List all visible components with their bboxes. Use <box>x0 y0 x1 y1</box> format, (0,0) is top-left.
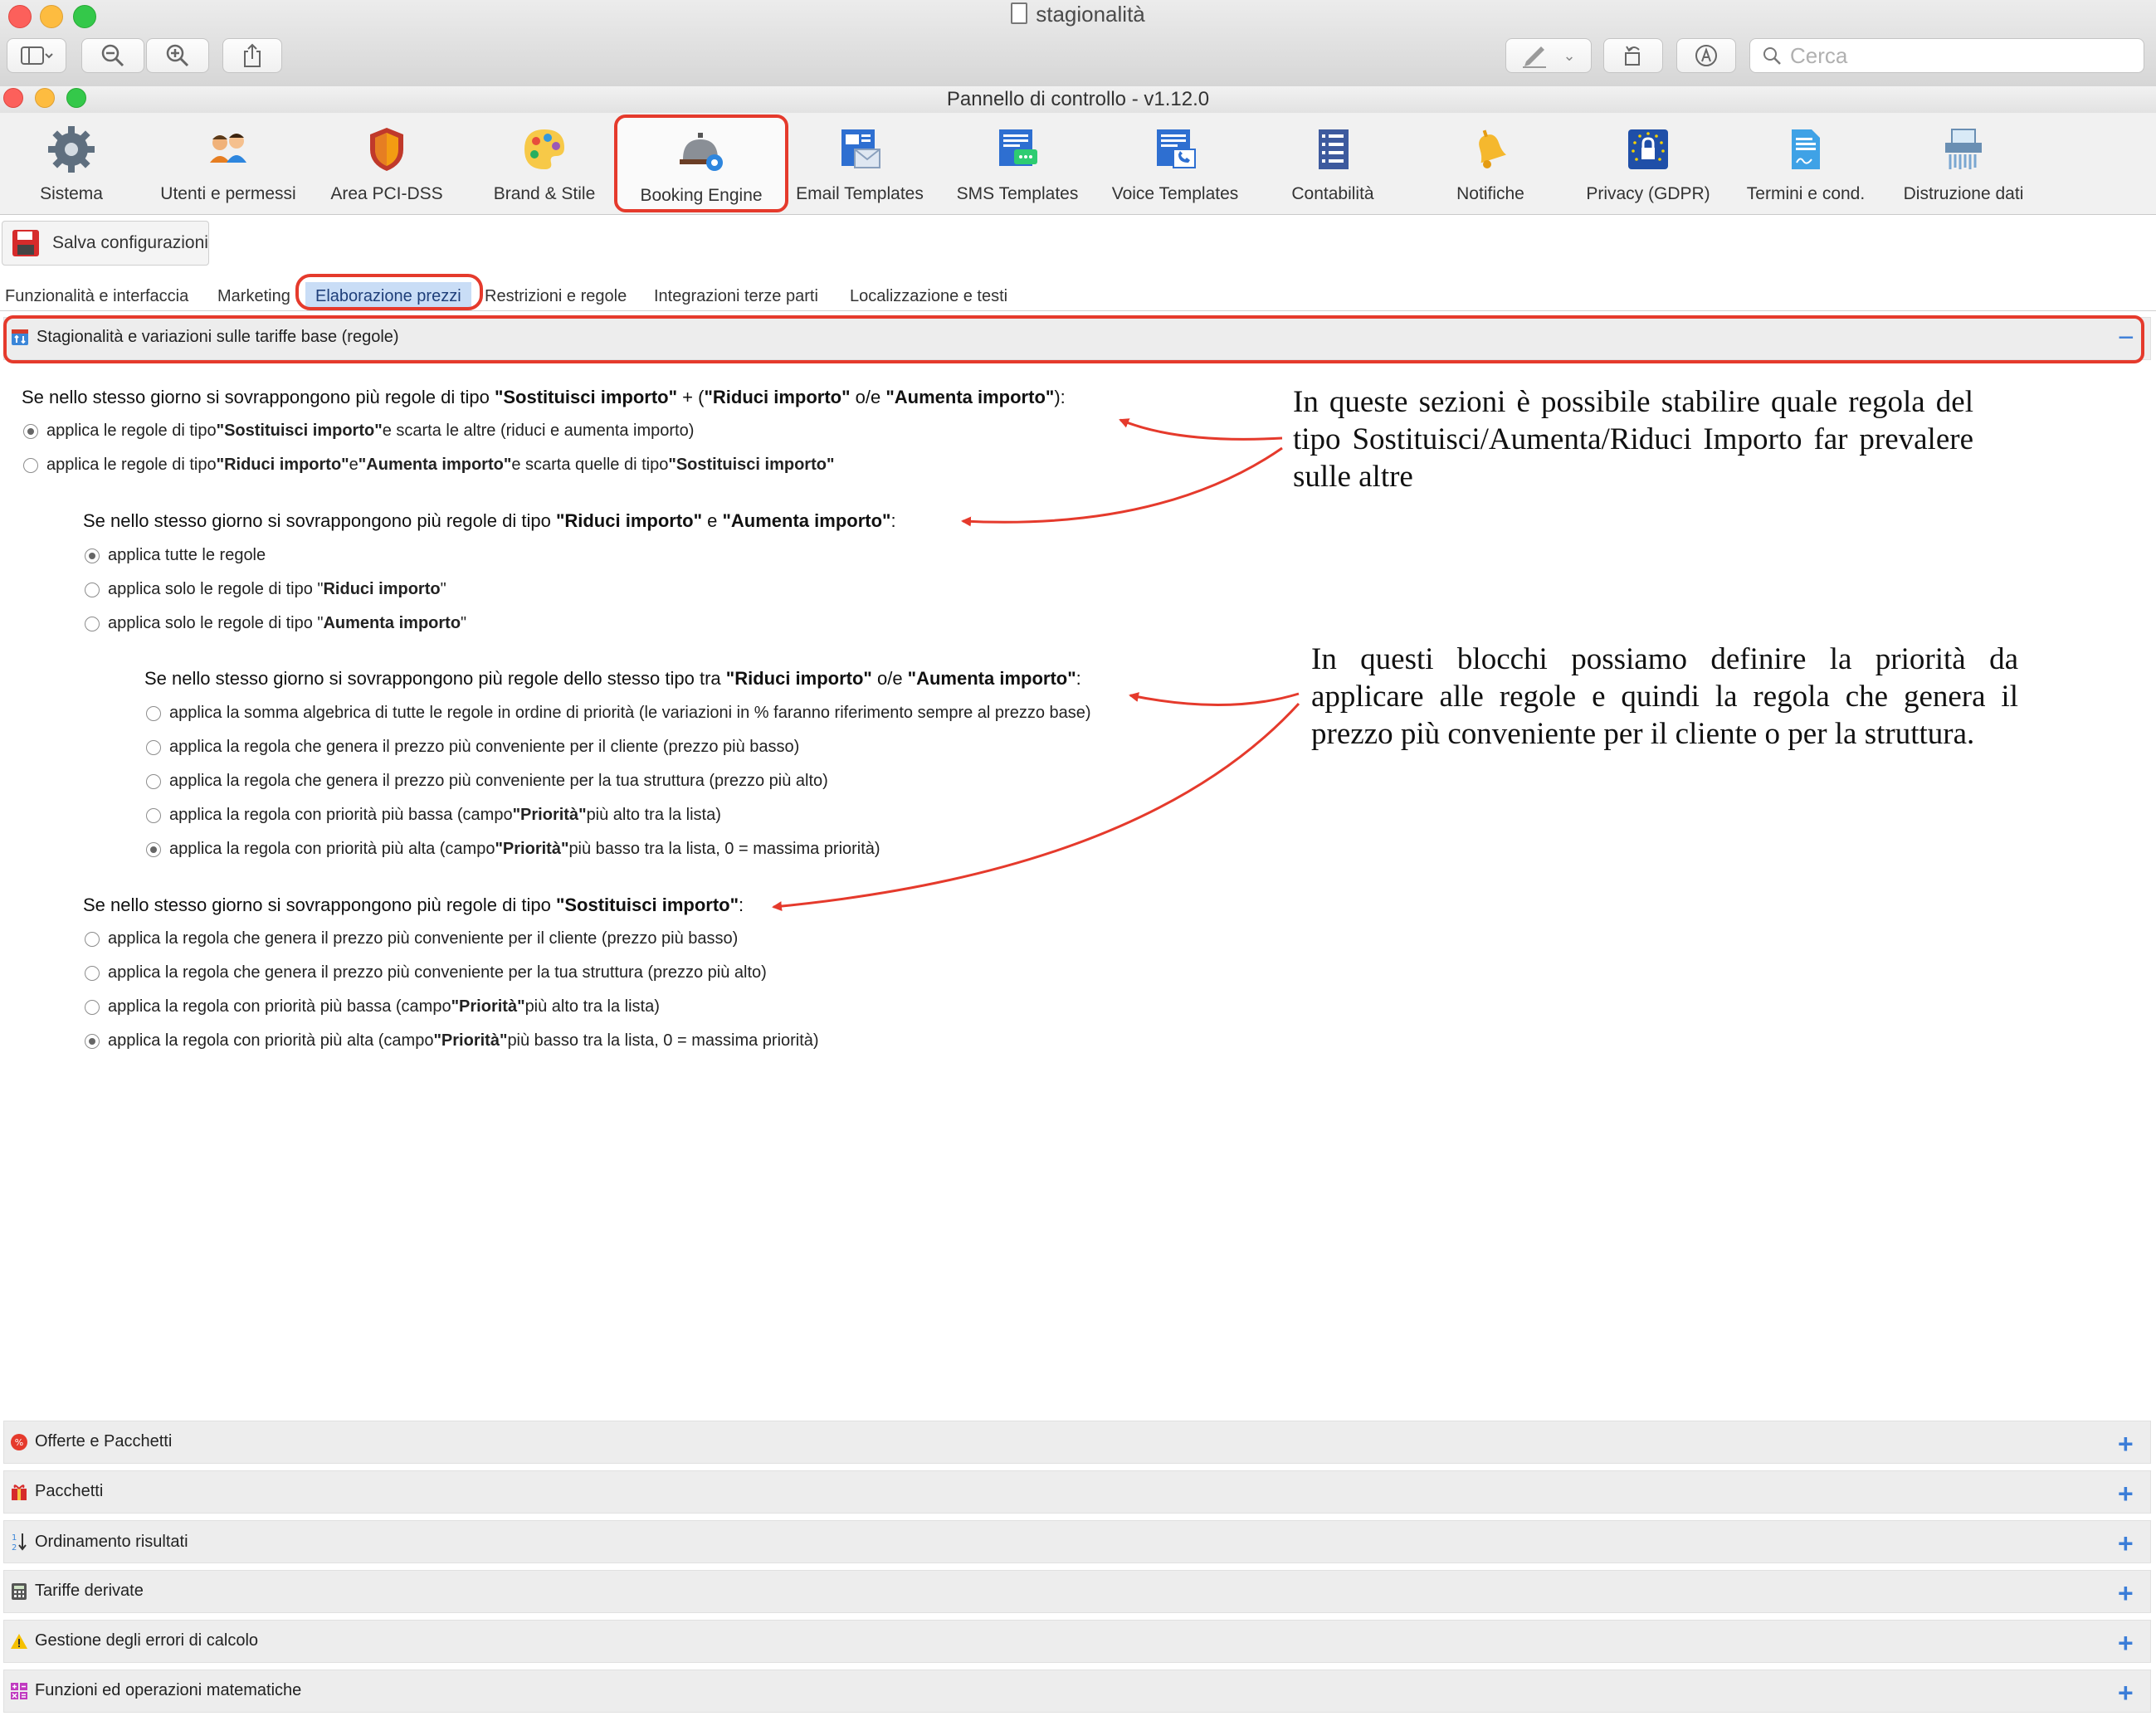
svg-text:2: 2 <box>12 1543 17 1552</box>
section-offerte-pacchetti[interactable] <box>3 1421 2151 1464</box>
section-row-ordinamento: 12 Ordinamento risultati <box>12 1532 188 1553</box>
expand-button[interactable]: + <box>2118 1429 2134 1460</box>
arrow-to-q3 <box>1129 692 1300 707</box>
section-funzioni-matematiche[interactable] <box>3 1670 2151 1713</box>
gift-icon <box>12 1484 27 1500</box>
expand-button[interactable]: + <box>2118 1528 2134 1559</box>
arrow-to-q1 <box>1119 418 1283 441</box>
calculator-icon <box>12 1582 27 1600</box>
offer-badge-icon: % <box>11 1433 27 1450</box>
sort-icon: 12 <box>12 1533 27 1552</box>
warning-icon <box>11 1633 27 1649</box>
arrow-to-q2 <box>961 446 1283 527</box>
section-tariffe-derivate[interactable] <box>3 1570 2151 1613</box>
expand-button[interactable]: + <box>2118 1479 2134 1509</box>
expand-button[interactable]: + <box>2118 1628 2134 1659</box>
functions-grid-icon <box>11 1682 27 1699</box>
section-pacchetti[interactable] <box>3 1470 2151 1514</box>
section-row-tariffe: Tariffe derivate <box>10 1582 144 1601</box>
section-row-errori: Gestione degli errori di calcolo <box>10 1631 258 1650</box>
svg-text:%: % <box>15 1437 23 1448</box>
section-ordinamento[interactable] <box>3 1520 2151 1563</box>
section-row-offerte: % Offerte e Pacchetti <box>10 1432 172 1451</box>
arrow-to-q4 <box>772 702 1300 912</box>
expand-button[interactable]: + <box>2118 1578 2134 1609</box>
section-row-funzioni: Funzioni ed operazioni matematiche <box>10 1681 301 1700</box>
section-row-pacchetti: Pacchetti <box>10 1482 103 1501</box>
expand-button[interactable]: + <box>2118 1678 2134 1709</box>
section-errori-calcolo[interactable] <box>3 1620 2151 1663</box>
svg-text:1: 1 <box>12 1533 17 1543</box>
